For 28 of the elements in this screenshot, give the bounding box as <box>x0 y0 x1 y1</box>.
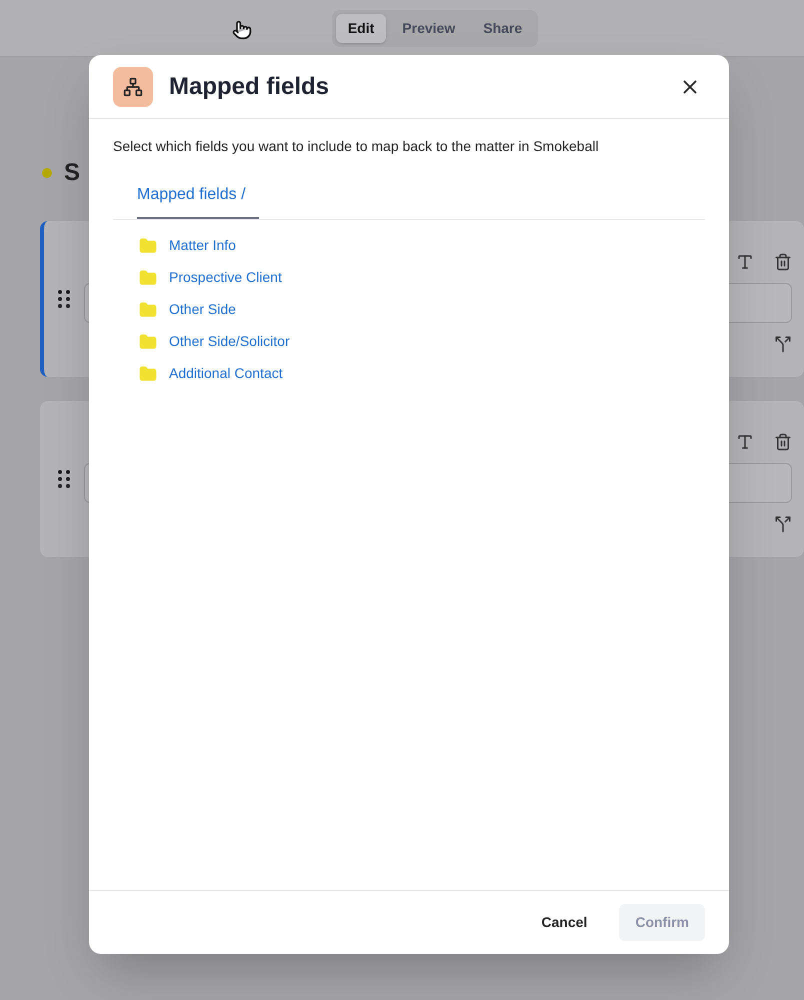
drag-handle-icon[interactable] <box>58 290 70 308</box>
section-title: S <box>64 158 80 188</box>
branch-icon[interactable] <box>774 515 792 533</box>
folder-icon <box>139 332 157 350</box>
view-tab[interactable]: Share <box>471 14 534 42</box>
folder-item[interactable]: Matter Info <box>139 236 729 255</box>
folder-item[interactable]: Other Side/Solicitor <box>139 332 729 351</box>
delete-icon[interactable] <box>774 253 792 271</box>
folder-item[interactable]: Other Side <box>139 300 729 319</box>
dialog-description: Select which fields you want to include to map back to the matter in Smokeball <box>112 137 600 156</box>
branch-icon[interactable] <box>774 335 792 353</box>
folder-item[interactable]: Additional Contact <box>139 364 729 383</box>
view-tab[interactable]: Edit <box>336 14 386 42</box>
dialog-icon <box>113 66 153 106</box>
folder-icon <box>139 364 157 382</box>
folder-icon <box>139 268 157 286</box>
breadcrumb-tab[interactable]: Mapped fields / <box>137 173 259 219</box>
folder-icon <box>139 300 157 318</box>
hand-cursor-icon <box>232 20 252 40</box>
folder-item[interactable]: Prospective Client <box>139 268 729 287</box>
text-icon[interactable] <box>736 253 754 271</box>
folder-icon <box>139 236 157 254</box>
cancel-button[interactable]: Cancel <box>525 904 604 941</box>
delete-icon[interactable] <box>774 433 792 451</box>
dialog-title: Mapped fields <box>169 72 330 102</box>
text-icon[interactable] <box>736 433 754 451</box>
drag-handle-icon[interactable] <box>58 470 70 488</box>
view-tab[interactable]: Preview <box>390 14 468 42</box>
